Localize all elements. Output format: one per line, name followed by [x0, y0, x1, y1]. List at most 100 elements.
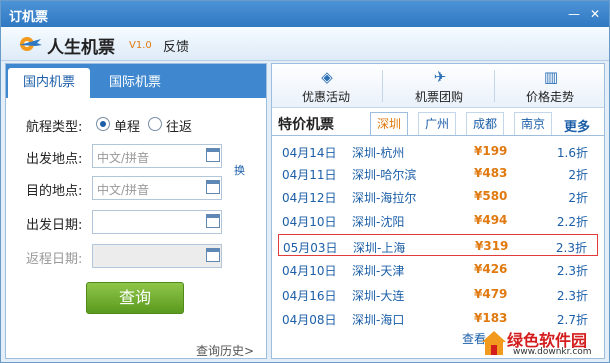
deal-route: 深圳-上海: [353, 241, 406, 255]
arrive-city-input[interactable]: 中文/拼音: [92, 176, 222, 200]
trip-type-label: 航程类型:: [26, 120, 83, 135]
roundtrip-label: 往返: [166, 120, 193, 135]
tool-bar: ◈ 优惠活动 ✈ 机票团购 ▥ 价格走势: [272, 64, 604, 108]
deal-row[interactable]: 04月10日 深圳-沈阳 ¥494 2.2折: [278, 209, 598, 231]
city-picker-icon[interactable]: [206, 180, 220, 194]
deal-route: 深圳-大连: [352, 289, 405, 303]
more-link[interactable]: 更多: [564, 116, 590, 135]
trip-type-row: 航程类型: 单程 往返: [26, 112, 256, 136]
deal-discount: 2.3折: [555, 241, 587, 255]
deal-row[interactable]: 04月12日 深圳-海拉尔 ¥580 2折: [278, 185, 598, 207]
deal-row[interactable]: 04月14日 深圳-杭州 ¥199 1.6折: [278, 140, 598, 162]
promotions-button[interactable]: ◈ 优惠活动: [276, 64, 376, 108]
arrive-city-label: 目的地点:: [26, 184, 83, 199]
city-tab-nanjing[interactable]: 南京: [514, 112, 552, 136]
price-trend-button[interactable]: ▥ 价格走势: [500, 64, 600, 108]
deal-price: ¥199: [474, 144, 508, 158]
depart-date-row: 出发日期:: [26, 210, 256, 234]
deal-discount: 2.3折: [556, 289, 588, 303]
title-bar: 订机票 — ✕: [1, 1, 609, 27]
watermark-url: www.downkr.com: [513, 347, 592, 357]
deal-discount: 2.2折: [556, 215, 588, 229]
brand-name: 人生机票: [47, 38, 115, 58]
depart-date-input[interactable]: [92, 210, 222, 234]
return-date-input: [92, 244, 222, 268]
deal-price: ¥426: [474, 262, 508, 276]
deal-date: 04月16日: [282, 289, 337, 303]
deal-date: 04月11日: [282, 168, 337, 182]
search-panel: 国内机票 国际机票 航程类型: 单程 往返 出发地点: 中文/拼音 目的地点: …: [5, 63, 267, 359]
deal-price: ¥483: [474, 166, 508, 180]
deal-row[interactable]: 04月16日 深圳-大连 ¥479 2.3折: [278, 283, 598, 305]
return-date-label: 返程日期:: [26, 252, 83, 267]
watermark: 绿色软件园 www.downkr.com: [479, 327, 609, 361]
city-picker-icon[interactable]: [206, 148, 220, 162]
return-date-row: 返程日期:: [26, 244, 256, 268]
deal-discount: 2.7折: [556, 313, 588, 327]
depart-city-row: 出发地点: 中文/拼音: [26, 144, 256, 168]
deal-route: 深圳-杭州: [352, 146, 405, 160]
deal-date: 04月12日: [282, 191, 337, 205]
price-trend-label: 价格走势: [525, 90, 574, 104]
deal-price: ¥494: [474, 213, 508, 227]
tab-underline: [272, 135, 604, 136]
deal-route: 深圳-哈尔滨: [352, 168, 417, 182]
deal-row[interactable]: 04月10日 深圳-天津 ¥426 2.3折: [278, 258, 598, 280]
deals-title: 特价机票: [278, 117, 334, 133]
deal-price: ¥580: [474, 189, 508, 203]
deal-row[interactable]: 04月08日 深圳-海口 ¥183 2.7折: [278, 307, 598, 329]
tag-icon: ◈: [321, 68, 333, 86]
deal-route: 深圳-海口: [352, 313, 405, 327]
deal-date: 05月03日: [283, 241, 338, 255]
app-window: 订机票 — ✕ 人生机票 V1.0 反馈 国内机票 国际机票 航程类型: 单程 …: [0, 0, 610, 363]
deal-price: ¥183: [474, 311, 508, 325]
brand-version: V1.0: [129, 40, 152, 51]
tab-international[interactable]: 国际机票: [94, 68, 176, 98]
deal-discount: 1.6折: [556, 146, 588, 160]
deal-date: 04月14日: [282, 146, 337, 160]
deal-discount: 2折: [568, 191, 588, 205]
group-buy-label: 机票团购: [414, 90, 463, 104]
deal-route: 深圳-天津: [352, 264, 405, 278]
query-history-link[interactable]: 查询历史>: [196, 342, 254, 359]
deal-date: 04月10日: [282, 264, 337, 278]
tab-domestic[interactable]: 国内机票: [8, 68, 90, 98]
query-button[interactable]: 查询: [86, 282, 184, 314]
house-logo-icon: [482, 331, 506, 355]
window-title: 订机票: [9, 10, 49, 25]
oneway-radio[interactable]: [96, 117, 110, 131]
city-tab-chengdu[interactable]: 成都: [466, 112, 504, 136]
depart-date-label: 出发日期:: [26, 218, 83, 233]
city-tab-guangzhou[interactable]: 广州: [418, 112, 456, 136]
roundtrip-radio[interactable]: [148, 117, 162, 131]
depart-city-label: 出发地点:: [26, 152, 83, 167]
deal-price: ¥319: [475, 239, 509, 253]
deal-route: 深圳-沈阳: [352, 215, 405, 229]
group-buy-button[interactable]: ✈ 机票团购: [389, 64, 489, 108]
minimize-button[interactable]: —: [566, 6, 582, 22]
deal-route: 深圳-海拉尔: [352, 191, 417, 205]
deals-panel: ◈ 优惠活动 ✈ 机票团购 ▥ 价格走势 特价机票 深圳 广州 成都 南京 更多…: [271, 63, 605, 359]
swap-cities-button[interactable]: 换: [234, 162, 245, 178]
deal-discount: 2.3折: [556, 264, 588, 278]
feedback-link[interactable]: 反馈: [163, 36, 189, 55]
divider: [494, 70, 495, 102]
search-tabs: 国内机票 国际机票: [6, 64, 266, 98]
calendar-icon: [206, 248, 220, 262]
brand-bar: 人生机票 V1.0 反馈: [1, 27, 609, 61]
calendar-icon[interactable]: [206, 214, 220, 228]
divider: [382, 70, 383, 102]
depart-city-input[interactable]: 中文/拼音: [92, 144, 222, 168]
close-button[interactable]: ✕: [587, 6, 603, 22]
arrive-city-row: 目的地点: 中文/拼音: [26, 176, 256, 200]
deal-discount: 2折: [568, 168, 588, 182]
oneway-label: 单程: [114, 120, 141, 135]
deal-date: 04月08日: [282, 313, 337, 327]
deal-date: 04月10日: [282, 215, 337, 229]
deal-price: ¥479: [474, 287, 508, 301]
deal-row[interactable]: 04月11日 深圳-哈尔滨 ¥483 2折: [278, 162, 598, 184]
city-tab-shenzhen[interactable]: 深圳: [370, 112, 408, 136]
deal-row-highlighted[interactable]: 05月03日 深圳-上海 ¥319 2.3折: [278, 234, 598, 256]
chart-icon: ▥: [543, 68, 559, 86]
plane-icon: ✈: [433, 68, 447, 86]
